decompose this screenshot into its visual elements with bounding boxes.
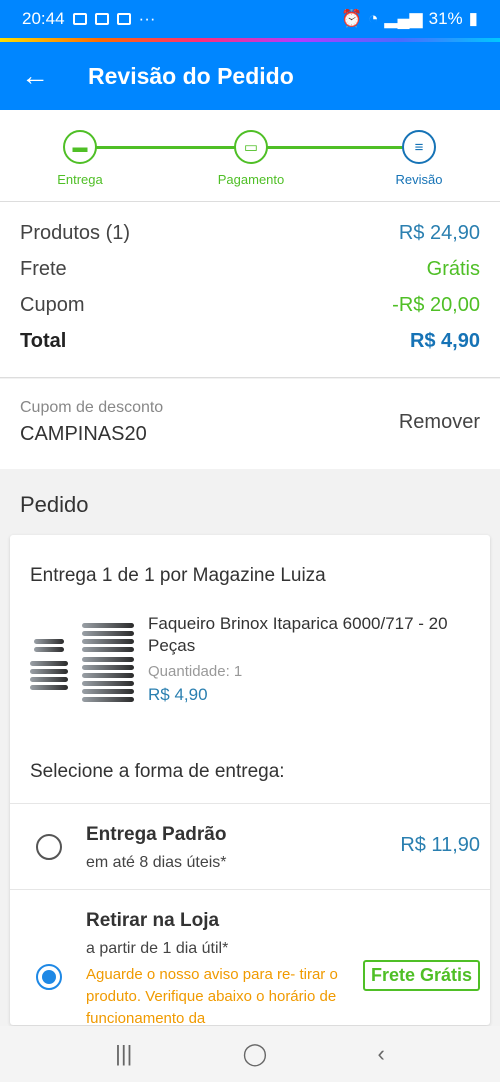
summary-label: Cupom [20,294,85,316]
app-bar: ← Revisão do Pedido [0,42,500,110]
radio-button[interactable] [36,964,62,990]
more-notifications-icon: ··· [138,9,156,28]
option-subtitle: em até 8 dias úteis* [86,854,227,871]
arrow-left-icon: ← [21,60,49,91]
video-icon [116,13,131,25]
system-nav-bar: ||| ◯ ‹ [0,1026,500,1082]
signal-icon: ▂▄▆ [384,9,423,28]
delivery-option-standard[interactable]: Entrega Padrão em até 8 dias úteis* R$ 1… [10,803,490,889]
option-note: Aguarde o nosso aviso para re- tirar o p… [86,966,338,1025]
summary-value: R$ 4,90 [409,330,480,352]
card-icon: ▭ [234,130,268,164]
summary-label: Produtos (1) [20,222,131,244]
product-name[interactable]: Faqueiro Brinox Itaparica 6000/717 - 20 … [148,613,468,657]
battery-icon: ▮ [468,9,478,28]
order-card: Entrega 1 de 1 por Magazine Luiza Faquei… [10,535,490,1025]
summary-row-products: Produtos (1) R$ 24,90 [20,222,480,258]
summary-label: Total [20,330,67,352]
option-title: Entrega Padrão [86,824,227,845]
back-nav-icon[interactable]: ‹ [378,1041,385,1067]
option-title: Retirar na Loja [86,910,220,931]
remove-coupon-button[interactable]: Remover [399,411,480,434]
status-time: 20:44 [22,9,65,28]
delivery-method-title: Selecione a forma de entrega: [30,761,285,782]
summary-value: -R$ 20,00 [392,294,480,316]
step-label: Revisão [395,172,443,187]
quantity-value: 1 [233,663,243,680]
summary-row-shipping: Frete Grátis [20,258,480,294]
truck-icon: ▬ [63,130,97,164]
step-label: Pagamento [217,172,285,187]
battery-percent: 31% [428,9,463,28]
checkout-stepper: ▬ Entrega ▭ Pagamento ≡ Revisão [0,110,500,202]
product-price: R$ 4,90 [148,685,208,704]
product-image [30,617,138,707]
step-entrega[interactable]: ▬ Entrega [20,130,140,187]
gallery-icon [72,13,87,25]
summary-row-coupon: Cupom -R$ 20,00 [20,294,480,330]
free-shipping-badge: Frete Grátis [362,960,480,991]
step-label: Entrega [57,172,103,187]
back-button[interactable]: ← [0,42,70,110]
mail-icon [94,13,109,25]
alarm-icon: ⏰ [340,9,363,28]
list-icon: ≡ [402,130,436,164]
summary-value: Grátis [426,258,480,280]
order-summary: Produtos (1) R$ 24,90 Frete Grátis Cupom… [0,202,500,378]
coupon-section: Cupom de desconto CAMPINAS20 Remover [0,379,500,469]
step-revisao[interactable]: ≡ Revisão [359,130,479,187]
option-price: R$ 11,90 [400,834,480,856]
status-bar: 20:44 ··· ⏰ ◔ ▂▄▆ 31% ▮ [0,0,500,38]
page-title: Revisão do Pedido [88,62,294,89]
summary-row-total: Total R$ 4,90 [20,330,480,366]
section-title: Pedido [20,492,89,517]
summary-value: R$ 24,90 [398,222,480,244]
quantity-label: Quantidade: [148,663,230,680]
summary-label: Frete [20,258,67,280]
radio-button[interactable] [36,834,62,860]
home-icon[interactable]: ◯ [243,1041,268,1067]
option-subtitle: a partir de 1 dia útil* [86,940,229,957]
delivery-option-pickup[interactable]: Retirar na Loja a partir de 1 dia útil* … [10,889,490,1025]
product-quantity: Quantidade: 1 [148,663,242,680]
step-pagamento[interactable]: ▭ Pagamento [191,130,311,187]
recents-icon[interactable]: ||| [115,1041,132,1067]
delivery-title: Entrega 1 de 1 por Magazine Luiza [30,565,326,586]
wifi-icon: ◔ [368,9,379,28]
